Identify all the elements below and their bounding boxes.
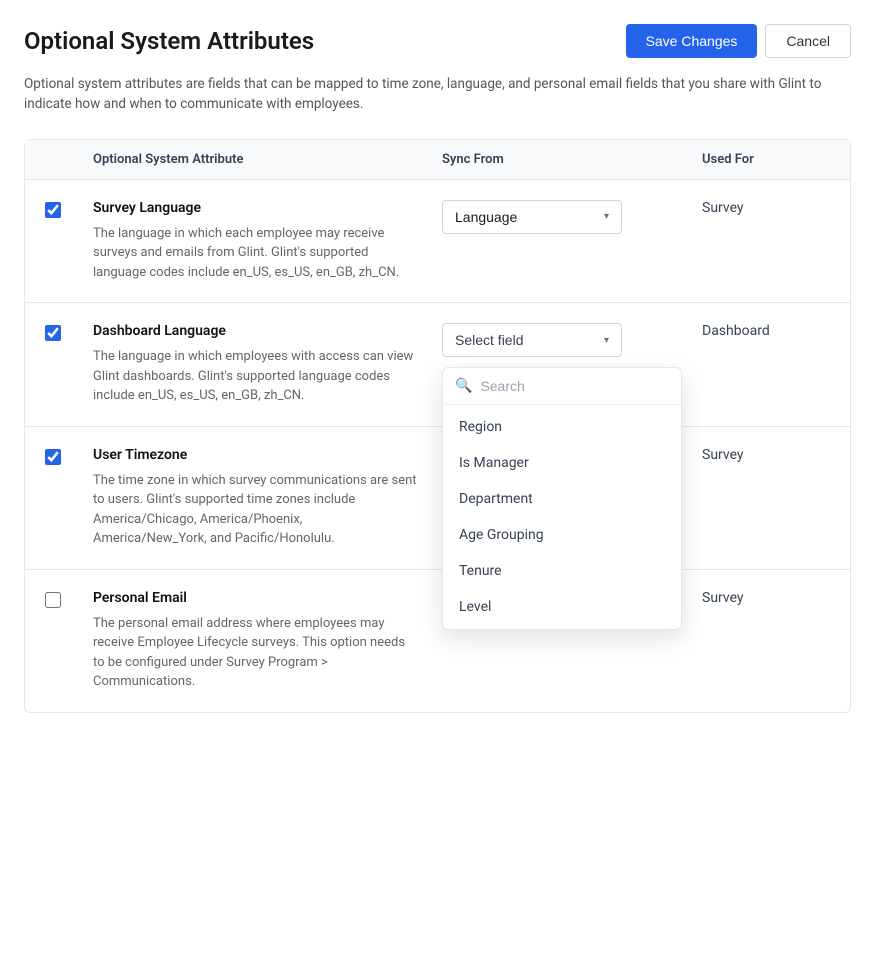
checkbox-personal-email[interactable]: [45, 592, 61, 608]
attribute-cell-user-timezone: User Timezone The time zone in which sur…: [81, 447, 430, 549]
save-changes-button[interactable]: Save Changes: [626, 24, 758, 58]
attribute-name-user-timezone: User Timezone: [93, 447, 418, 463]
attributes-table: Optional System Attribute Sync From Used…: [24, 139, 851, 713]
dropdown-item-level[interactable]: Level: [443, 589, 681, 625]
checkbox-cell-personal-email: [25, 590, 81, 612]
sync-select-label: Language: [455, 209, 517, 225]
chevron-down-icon: ▾: [604, 335, 609, 346]
search-icon: 🔍: [455, 378, 472, 394]
chevron-down-icon: ▾: [604, 211, 609, 222]
dropdown-item-department[interactable]: Department: [443, 481, 681, 517]
dropdown-item-ismanager[interactable]: Is Manager: [443, 445, 681, 481]
dropdown-item-region[interactable]: Region: [443, 409, 681, 445]
page-container: Optional System Attributes Save Changes …: [0, 0, 875, 956]
checkbox-dashboard-language[interactable]: [45, 325, 61, 341]
dropdown-list: Region Is Manager Department Age Groupin…: [443, 405, 681, 629]
attribute-desc-user-timezone: The time zone in which survey communicat…: [93, 471, 418, 549]
used-for-survey-language: Survey: [690, 200, 850, 216]
search-input[interactable]: [480, 378, 669, 394]
sync-cell-dashboard-language: Select field ▾ 🔍 Region Is Manager Depar…: [430, 323, 690, 357]
attribute-desc-survey-language: The language in which each employee may …: [93, 224, 418, 283]
checkbox-survey-language[interactable]: [45, 202, 61, 218]
search-box: 🔍: [443, 368, 681, 405]
header-buttons: Save Changes Cancel: [626, 24, 851, 58]
checkbox-user-timezone[interactable]: [45, 449, 61, 465]
sync-select-label-dashboard: Select field: [455, 332, 523, 348]
sync-select-survey-language[interactable]: Language ▾: [442, 200, 622, 234]
attribute-name-survey-language: Survey Language: [93, 200, 418, 216]
table-row: Personal Email The personal email addres…: [25, 570, 850, 712]
checkbox-cell-user-timezone: [25, 447, 81, 469]
table-row: Survey Language The language in which ea…: [25, 180, 850, 304]
checkbox-cell-survey-language: [25, 200, 81, 222]
attribute-desc-personal-email: The personal email address where employe…: [93, 614, 418, 692]
attribute-cell-dashboard-language: Dashboard Language The language in which…: [81, 323, 430, 406]
table-row: User Timezone The time zone in which sur…: [25, 427, 850, 570]
th-sync-from: Sync From: [430, 152, 690, 167]
th-used-for: Used For: [690, 152, 850, 167]
used-for-personal-email: Survey: [690, 590, 850, 606]
sync-select-dashboard-language[interactable]: Select field ▾: [442, 323, 622, 357]
used-for-user-timezone: Survey: [690, 447, 850, 463]
dropdown-overlay: 🔍 Region Is Manager Department Age Group…: [442, 367, 682, 630]
th-checkbox: [25, 152, 81, 167]
sync-cell-survey-language: Language ▾: [430, 200, 690, 234]
dropdown-item-tenure[interactable]: Tenure: [443, 553, 681, 589]
used-for-dashboard-language: Dashboard: [690, 323, 850, 339]
page-description: Optional system attributes are fields th…: [24, 74, 851, 115]
page-title: Optional System Attributes: [24, 27, 314, 55]
header-row: Optional System Attributes Save Changes …: [24, 24, 851, 58]
attribute-desc-dashboard-language: The language in which employees with acc…: [93, 347, 418, 406]
attribute-cell-personal-email: Personal Email The personal email addres…: [81, 590, 430, 692]
table-header: Optional System Attribute Sync From Used…: [25, 140, 850, 180]
attribute-name-dashboard-language: Dashboard Language: [93, 323, 418, 339]
checkbox-cell-dashboard-language: [25, 323, 81, 345]
attribute-cell-survey-language: Survey Language The language in which ea…: [81, 200, 430, 283]
th-attribute: Optional System Attribute: [81, 152, 430, 167]
dropdown-item-agegrouping[interactable]: Age Grouping: [443, 517, 681, 553]
attribute-name-personal-email: Personal Email: [93, 590, 418, 606]
cancel-button[interactable]: Cancel: [765, 24, 851, 58]
table-row: Dashboard Language The language in which…: [25, 303, 850, 427]
